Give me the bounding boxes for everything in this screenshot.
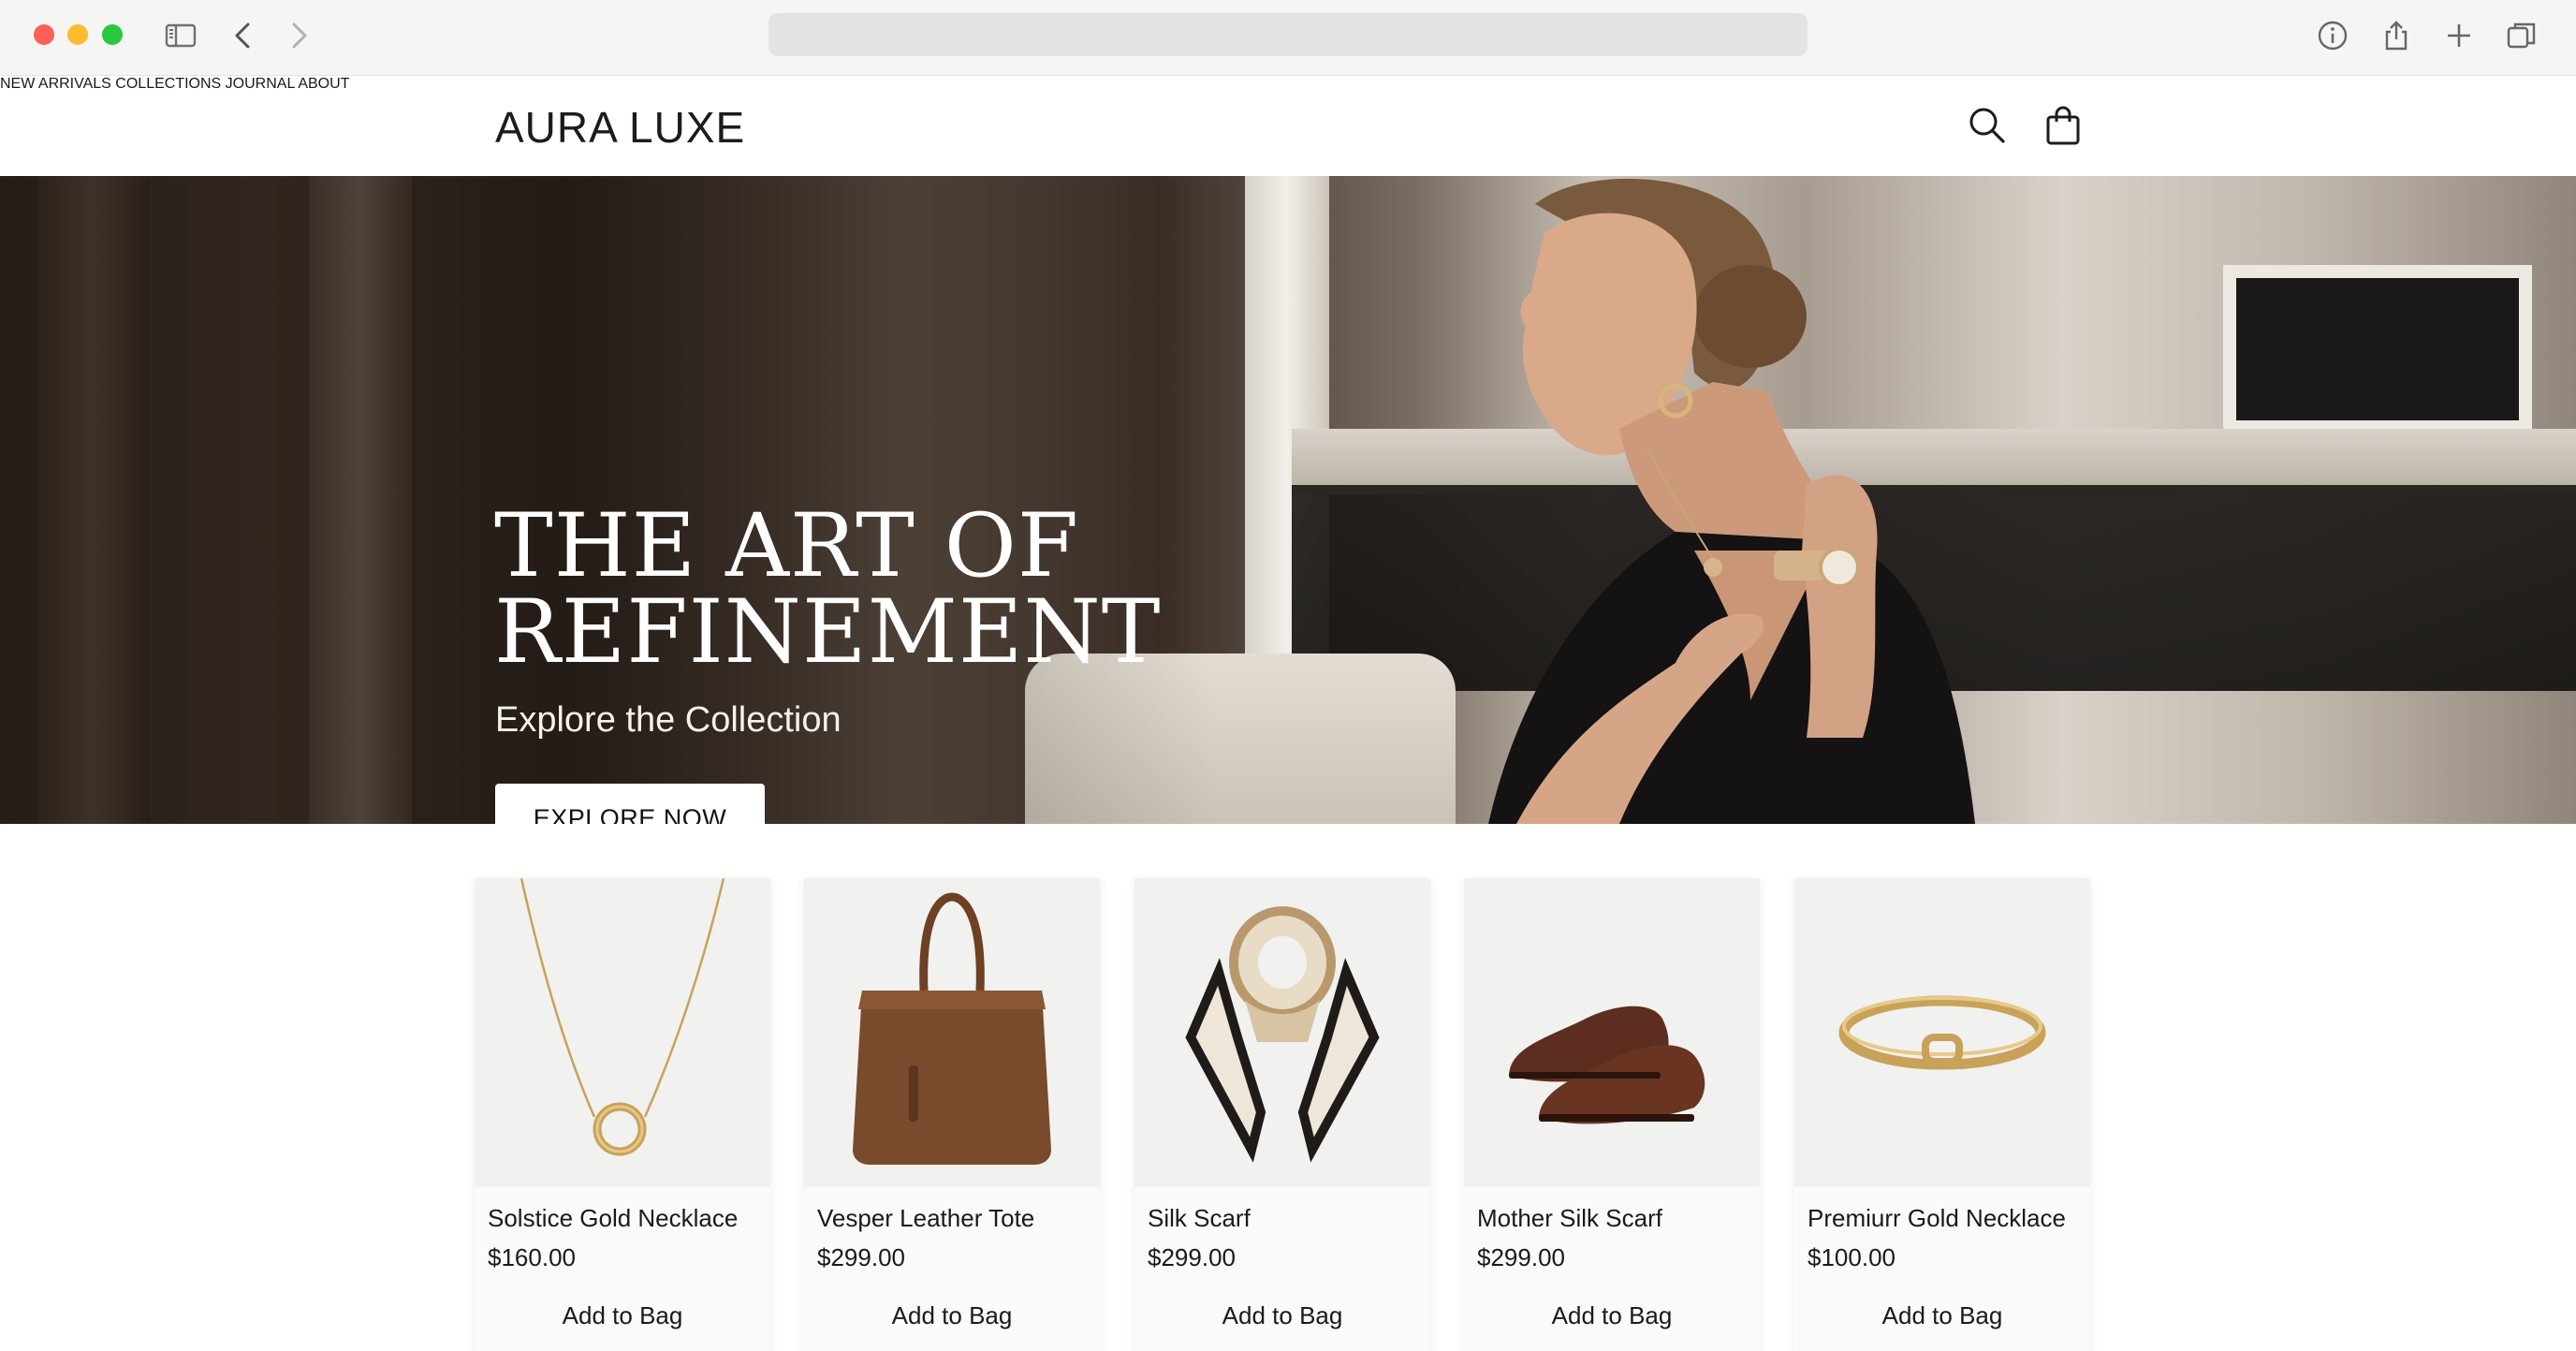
brown-oxford-shoes-image: [1509, 1006, 1705, 1124]
product-price: $160.00: [488, 1243, 576, 1271]
product-card[interactable]: Premiurr Gold Necklace $100.00 Add to Ba…: [1794, 878, 2090, 1351]
product-card[interactable]: Mother Silk Scarf $299.00 Add to Bag: [1464, 878, 1760, 1351]
product-image[interactable]: [804, 878, 1100, 1187]
add-to-bag-button[interactable]: Add to Bag: [1794, 1301, 2090, 1330]
product-price: $299.00: [1148, 1243, 1236, 1271]
explore-now-button[interactable]: EXPLORE NOW: [495, 784, 765, 824]
main-nav: NEW ARRIVALS COLLECTIONS JOURNAL ABOUT: [0, 76, 2576, 93]
search-icon[interactable]: [1966, 104, 2009, 147]
address-bar[interactable]: [768, 13, 1808, 56]
shopping-bag-icon[interactable]: [2042, 104, 2085, 147]
brown-leather-tote-image: [853, 892, 1051, 1165]
product-price: $100.00: [1808, 1243, 1895, 1271]
back-icon[interactable]: [227, 19, 261, 52]
fireplace: [2223, 265, 2532, 433]
gold-circle-necklace-image: [520, 878, 725, 1156]
hero-banner: THE ART OF REFINEMENT Explore the Collec…: [0, 176, 2576, 824]
product-image[interactable]: [1464, 878, 1760, 1187]
brand-logo[interactable]: AURA LUXE: [495, 102, 745, 153]
product-name[interactable]: Mother Silk Scarf: [1477, 1204, 1662, 1233]
nav-collections[interactable]: COLLECTIONS: [115, 76, 221, 92]
browser-toolbar: [0, 0, 2576, 76]
add-to-bag-button[interactable]: Add to Bag: [1464, 1301, 1760, 1330]
product-card[interactable]: Silk Scarf $299.00 Add to Bag: [1134, 878, 1430, 1351]
hero-title-line-2: REFINEMENT: [494, 581, 1162, 683]
hero-title-line-1: THE ART OF: [494, 495, 1080, 597]
share-icon[interactable]: [2379, 19, 2413, 52]
zoom-window-button[interactable]: [102, 24, 123, 45]
silk-scarf-image: [1185, 906, 1380, 1163]
close-window-button[interactable]: [34, 24, 54, 45]
add-to-bag-button[interactable]: Add to Bag: [475, 1301, 770, 1330]
nav-about[interactable]: ABOUT: [298, 76, 349, 92]
hero-title: THE ART OF REFINEMENT: [494, 495, 1162, 683]
product-image[interactable]: [1134, 878, 1430, 1187]
product-name[interactable]: Premiurr Gold Necklace: [1808, 1204, 2066, 1233]
product-image[interactable]: [1794, 878, 2090, 1187]
product-grid: Solstice Gold Necklace $160.00 Add to Ba…: [0, 824, 2576, 1351]
minimize-window-button[interactable]: [67, 24, 88, 45]
nav-new-arrivals[interactable]: NEW ARRIVALS: [0, 76, 111, 92]
product-name[interactable]: Silk Scarf: [1148, 1204, 1251, 1233]
product-card[interactable]: Solstice Gold Necklace $160.00 Add to Ba…: [475, 878, 770, 1351]
product-price: $299.00: [1477, 1243, 1565, 1271]
tabs-overview-icon[interactable]: [2505, 19, 2539, 52]
site-header: AURA LUXE NEW ARRIVALS COLLECTIONS JOURN…: [0, 76, 2576, 176]
new-tab-icon[interactable]: [2442, 19, 2476, 52]
model-photo: [1488, 178, 1975, 824]
sidebar-icon[interactable]: [164, 19, 198, 52]
product-card[interactable]: Vesper Leather Tote $299.00 Add to Bag: [804, 878, 1100, 1351]
add-to-bag-button[interactable]: Add to Bag: [804, 1301, 1100, 1330]
product-name[interactable]: Vesper Leather Tote: [817, 1204, 1034, 1233]
product-image[interactable]: [475, 878, 770, 1187]
product-name[interactable]: Solstice Gold Necklace: [488, 1204, 738, 1233]
add-to-bag-button[interactable]: Add to Bag: [1134, 1301, 1430, 1330]
forward-icon[interactable]: [281, 19, 315, 52]
product-price: $299.00: [817, 1243, 905, 1271]
info-icon[interactable]: [2316, 19, 2349, 52]
hero-subtitle: Explore the Collection: [495, 700, 842, 740]
nav-journal[interactable]: JOURNAL: [226, 76, 295, 92]
gold-cuff-bracelet-image: [1838, 995, 2046, 1070]
